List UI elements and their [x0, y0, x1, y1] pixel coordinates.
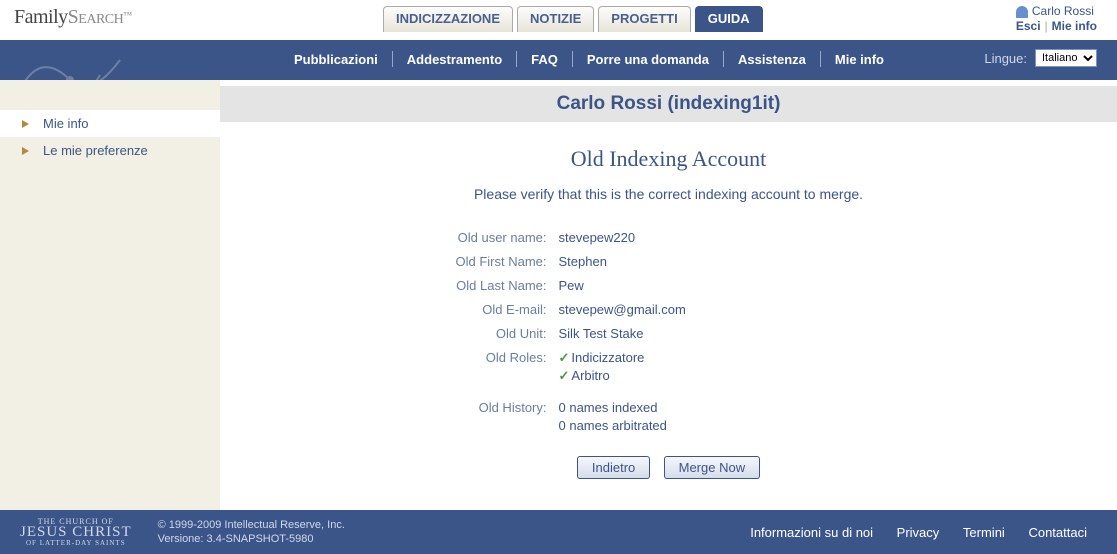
value-old-lastname: Pew — [559, 277, 969, 295]
person-icon — [1016, 6, 1028, 18]
triangle-icon — [22, 120, 29, 128]
church-logo: THE CHURCH OF JESUS CHRIST OF LATTER-DAY… — [20, 516, 158, 549]
value-old-history: 0 names arbitrated — [559, 417, 969, 435]
version-text: Versione: 3.4-SNAPSHOT-5980 — [158, 532, 345, 546]
label-old-email: Old E-mail: — [369, 301, 559, 319]
tab-notizie[interactable]: NOTIZIE — [517, 6, 594, 32]
tab-progetti[interactable]: PROGETTI — [598, 6, 690, 32]
vine-decoration-icon — [0, 40, 230, 80]
footer-link-termini[interactable]: Termini — [953, 525, 1015, 540]
value-old-role: Indicizzatore — [571, 350, 644, 365]
label-old-firstname: Old First Name: — [369, 253, 559, 271]
page-instruction: Please verify that this is the correct i… — [220, 186, 1117, 202]
nav-mie-info[interactable]: Mie info — [821, 52, 898, 67]
label-old-username: Old user name: — [369, 229, 559, 247]
label-old-unit: Old Unit: — [369, 325, 559, 343]
copyright-text: © 1999-2009 Intellectual Reserve, Inc. — [158, 518, 345, 532]
language-select[interactable]: Italiano — [1035, 49, 1097, 67]
nav-porre-domanda[interactable]: Porre una domanda — [573, 52, 723, 67]
page-subtitle: Old Indexing Account — [220, 146, 1117, 172]
value-old-history: 0 names indexed — [559, 399, 969, 417]
account-details: Old user name: stevepew220 Old First Nam… — [369, 226, 969, 438]
sidebar: Mie info Le mie preferenze — [0, 80, 220, 510]
footer: THE CHURCH OF JESUS CHRIST OF LATTER-DAY… — [0, 510, 1117, 554]
logout-link[interactable]: Esci — [1016, 19, 1041, 33]
nav-addestramento[interactable]: Addestramento — [393, 52, 516, 67]
page-title: Carlo Rossi (indexing1it) — [220, 86, 1117, 122]
value-old-unit: Silk Test Stake — [559, 325, 969, 343]
value-old-username: stevepew220 — [559, 229, 969, 247]
sidebar-item-preferenze[interactable]: Le mie preferenze — [0, 137, 220, 164]
nav-assistenza[interactable]: Assistenza — [724, 52, 820, 67]
myinfo-link[interactable]: Mie info — [1052, 19, 1097, 33]
value-old-firstname: Stephen — [559, 253, 969, 271]
footer-link-contattaci[interactable]: Contattaci — [1018, 525, 1097, 540]
sidebar-item-mie-info[interactable]: Mie info — [0, 110, 220, 137]
check-icon: ✓ — [559, 350, 572, 365]
nav-faq[interactable]: FAQ — [517, 52, 572, 67]
footer-link-info[interactable]: Informazioni su di noi — [740, 525, 883, 540]
label-old-lastname: Old Last Name: — [369, 277, 559, 295]
tab-indicizzazione[interactable]: INDICIZZAZIONE — [383, 6, 513, 32]
triangle-icon — [22, 147, 29, 155]
user-box: Carlo Rossi Esci|Mie info — [1016, 4, 1097, 34]
value-old-email: stevepew@gmail.com — [559, 301, 969, 319]
main-tabs: INDICIZZAZIONE NOTIZIE PROGETTI GUIDA — [383, 6, 763, 32]
footer-link-privacy[interactable]: Privacy — [887, 525, 950, 540]
label-old-roles: Old Roles: — [369, 349, 559, 385]
sub-nav: Pubblicazioni Addestramento FAQ Porre un… — [280, 51, 898, 67]
user-name: Carlo Rossi — [1032, 4, 1094, 19]
check-icon: ✓ — [559, 368, 572, 383]
sidebar-item-label: Le mie preferenze — [43, 143, 148, 158]
value-old-role: Arbitro — [571, 368, 609, 383]
nav-pubblicazioni[interactable]: Pubblicazioni — [280, 52, 392, 67]
tab-guida[interactable]: GUIDA — [695, 6, 763, 32]
merge-now-button[interactable]: Merge Now — [664, 456, 760, 479]
back-button[interactable]: Indietro — [577, 456, 650, 479]
label-old-history: Old History: — [369, 399, 559, 435]
navbar: Pubblicazioni Addestramento FAQ Porre un… — [0, 40, 1117, 80]
sidebar-item-label: Mie info — [43, 116, 89, 131]
language-label: Lingue: — [984, 51, 1027, 66]
logo[interactable]: FamilySearch™ — [14, 6, 132, 29]
